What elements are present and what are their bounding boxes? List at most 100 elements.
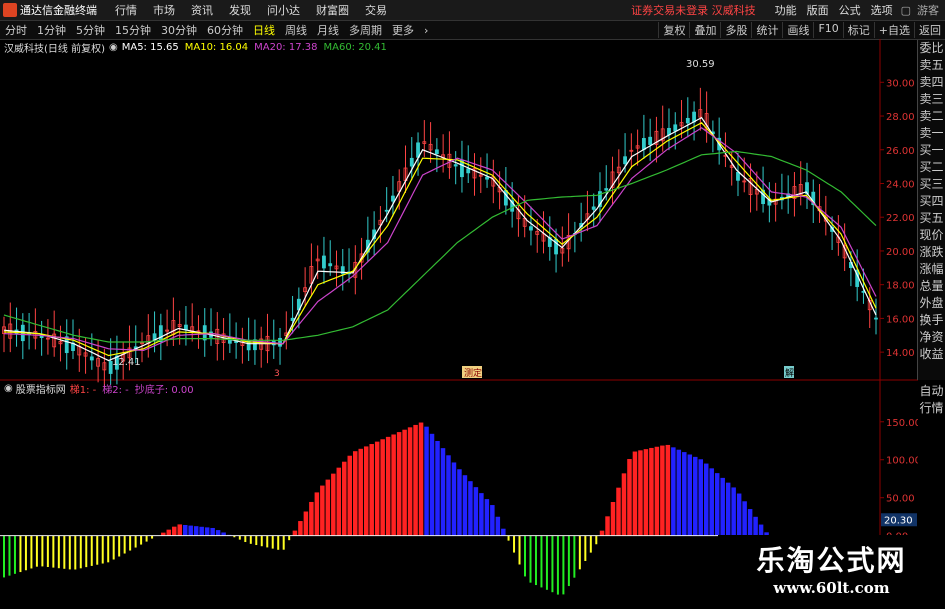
- chart-canvas[interactable]: 30.00 28.00 26.00 24.00 22.00 20.00 18.00 16.00…: [0, 39, 918, 609]
- tool-mark[interactable]: 标记: [842, 22, 874, 38]
- user-label[interactable]: 游客: [917, 2, 939, 18]
- side-item-volume[interactable]: 总量: [918, 278, 945, 295]
- side-item-buy1[interactable]: 买一: [918, 142, 945, 159]
- chevron-right-icon[interactable]: ›: [424, 24, 428, 37]
- side-item-sell3[interactable]: 卖三: [918, 91, 945, 108]
- indicator-bar-positive: [374, 441, 380, 536]
- menu-market[interactable]: 市场: [153, 2, 175, 18]
- tool-f10[interactable]: F10: [813, 22, 842, 38]
- side-item-netasset[interactable]: 净资: [918, 329, 945, 346]
- watermark-title: 乐淘公式网: [756, 544, 907, 577]
- y-tick-label: 18.00: [886, 281, 915, 292]
- candle-body: [434, 149, 439, 155]
- menu-wealth[interactable]: 财富圈: [316, 2, 349, 18]
- side-item-sell5[interactable]: 卖五: [918, 57, 945, 74]
- indicator-name: 股票指标网: [15, 384, 66, 396]
- side-item-buy4[interactable]: 买四: [918, 193, 945, 210]
- side-item-change[interactable]: 涨跌: [918, 244, 945, 261]
- tool-back[interactable]: 返回: [914, 22, 945, 38]
- indicator-bar-positive: [473, 487, 479, 536]
- indicator-bar-positive: [671, 447, 676, 536]
- side-item-quote[interactable]: 行情: [918, 400, 945, 417]
- indicator-bar-positive: [413, 424, 418, 536]
- indicator-bar-positive: [457, 469, 462, 536]
- period-more[interactable]: 更多: [392, 22, 414, 38]
- side-item-buy5[interactable]: 买五: [918, 210, 945, 227]
- menu-options[interactable]: 选项: [871, 2, 893, 18]
- period-multi[interactable]: 多周期: [349, 22, 382, 38]
- minimize-icon[interactable]: ▢: [901, 4, 911, 17]
- indicator-bar-positive: [638, 450, 643, 536]
- side-item-sell4[interactable]: 卖四: [918, 74, 945, 91]
- period-30min[interactable]: 30分钟: [161, 22, 197, 38]
- ma-line-ma10: [3, 122, 877, 357]
- side-item-buy3[interactable]: 买三: [918, 176, 945, 193]
- period-daily[interactable]: 日线: [253, 22, 275, 38]
- ma-line-ma20: [3, 127, 877, 352]
- side-item-sell1[interactable]: 卖一: [918, 125, 945, 142]
- period-5min[interactable]: 5分钟: [76, 22, 105, 38]
- indicator-settings-icon[interactable]: ◉: [4, 383, 13, 394]
- period-monthly[interactable]: 月线: [317, 22, 339, 38]
- side-item-pct[interactable]: 涨幅: [918, 261, 945, 278]
- candle-body: [529, 226, 533, 231]
- menu-discover[interactable]: 发现: [229, 2, 251, 18]
- indicator-bar-positive: [215, 530, 221, 536]
- y-tick-label: 22.00: [886, 213, 915, 224]
- indicator-bar-positive: [660, 445, 665, 536]
- side-item-buy2[interactable]: 买二: [918, 159, 945, 176]
- period-weekly[interactable]: 周线: [285, 22, 307, 38]
- indicator-bar-positive: [462, 475, 468, 536]
- candle-body: [322, 255, 326, 269]
- period-intraday[interactable]: 分时: [5, 22, 27, 38]
- indicator-bar-positive: [352, 451, 358, 536]
- menu-layout[interactable]: 版面: [807, 2, 829, 18]
- side-item-sell2[interactable]: 卖二: [918, 108, 945, 125]
- low-annotation: 12.41: [112, 357, 141, 368]
- period-1min[interactable]: 1分钟: [37, 22, 66, 38]
- side-item-turnover[interactable]: 换手: [918, 312, 945, 329]
- tool-add-watch[interactable]: +自选: [873, 22, 914, 38]
- tool-stats[interactable]: 统计: [751, 22, 782, 38]
- tool-adjust[interactable]: 复权: [658, 22, 689, 38]
- period-60min[interactable]: 60分钟: [207, 22, 243, 38]
- side-item-weibi[interactable]: 委比: [918, 40, 945, 57]
- indicator-bar-positive: [298, 521, 303, 536]
- side-item-auto[interactable]: 自动: [918, 383, 945, 400]
- indicator-bar-positive: [693, 456, 698, 536]
- indicator-bar-positive: [418, 422, 424, 536]
- tool-draw[interactable]: 画线: [782, 22, 813, 38]
- period-15min[interactable]: 15分钟: [115, 22, 151, 38]
- tool-overlay[interactable]: 叠加: [689, 22, 720, 38]
- indicator-bar-positive: [654, 446, 660, 536]
- indicator-bar-positive: [325, 479, 331, 536]
- menu-ask[interactable]: 问小达: [267, 2, 300, 18]
- indicator-bar-positive: [309, 501, 314, 536]
- menu-trade[interactable]: 交易: [365, 2, 387, 18]
- candle-body: [648, 136, 653, 145]
- candles: [2, 87, 878, 389]
- indicator-bar-positive: [479, 493, 484, 536]
- menu-function[interactable]: 功能: [775, 2, 797, 18]
- indicator-bar-positive: [342, 461, 347, 536]
- indicator-bar-positive: [643, 449, 649, 536]
- indicator-bar-positive: [172, 526, 177, 536]
- indicator-bar-positive: [396, 432, 402, 536]
- menu-quotes[interactable]: 行情: [115, 2, 137, 18]
- trade-notice[interactable]: 证券交易未登录 汉威科技: [631, 2, 756, 18]
- side-item-eps[interactable]: 收益: [918, 346, 945, 363]
- menu-bar: 通达信金融终端 行情 市场 资讯 发现 问小达 财富圈 交易 证券交易未登录 汉…: [0, 0, 945, 21]
- side-item-price[interactable]: 现价: [918, 227, 945, 244]
- indicator-l1: 梯1: -: [69, 384, 97, 396]
- menu-news[interactable]: 资讯: [191, 2, 213, 18]
- indicator-bar-positive: [336, 467, 342, 536]
- candle-body: [673, 124, 678, 132]
- indicator-bar-positive: [363, 446, 369, 536]
- menu-formula[interactable]: 公式: [839, 2, 861, 18]
- ind-tick-label: 150.00: [886, 418, 918, 429]
- indicator-header: ◉ 股票指标网 梯1: - 梯2: - 抄底子: 0.00: [0, 381, 194, 396]
- indicator-bar-positive: [314, 492, 320, 536]
- tool-multi[interactable]: 多股: [720, 22, 751, 38]
- side-item-outer[interactable]: 外盘: [918, 295, 945, 312]
- indicator-bar-positive: [621, 473, 627, 536]
